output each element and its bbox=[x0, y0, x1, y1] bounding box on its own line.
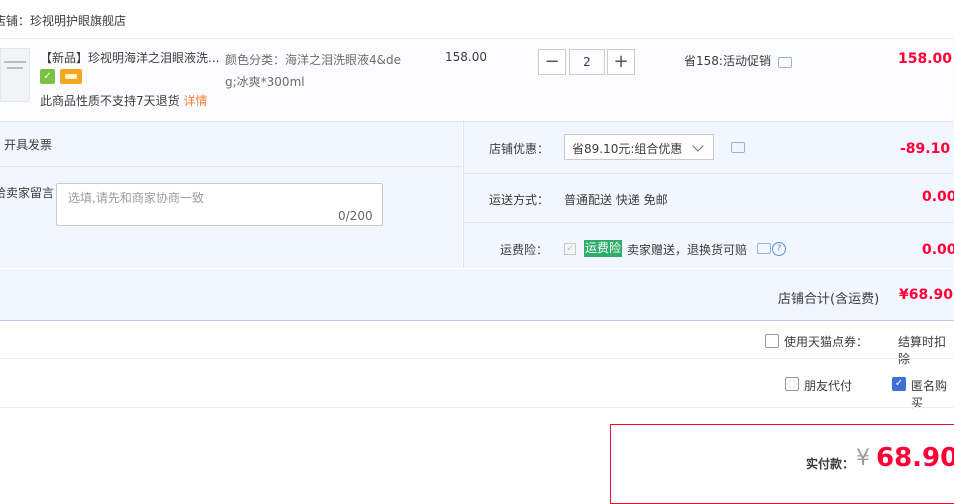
item-sku: 颜色分类：海洋之泪洗眼液4&deg;冰爽*300ml bbox=[225, 53, 401, 89]
insurance-label: 运费险： bbox=[500, 243, 549, 257]
comment-icon[interactable] bbox=[778, 57, 792, 68]
points-note: 结算时扣除 bbox=[898, 335, 947, 366]
insurance-value: 0.00 bbox=[922, 242, 954, 258]
discount-selected-value[interactable]: 省89.10元:组合优惠 bbox=[572, 140, 682, 157]
shop-discount-label: 店铺优惠： bbox=[489, 142, 550, 156]
divider bbox=[0, 407, 954, 408]
detail-link[interactable]: 详情 bbox=[183, 94, 207, 108]
help-icon[interactable]: ? bbox=[772, 242, 786, 256]
product-thumbnail[interactable] bbox=[0, 48, 30, 102]
divider bbox=[463, 222, 954, 223]
message-char-count: 0/200 bbox=[338, 209, 373, 223]
points-label: 使用天猫点券： bbox=[784, 335, 869, 349]
invoice-option[interactable]: 开具发票 bbox=[4, 136, 52, 153]
divider bbox=[463, 173, 954, 174]
shipping-method: 普通配送 快递 免邮 bbox=[564, 193, 668, 207]
comment-icon[interactable] bbox=[757, 243, 771, 254]
divider bbox=[0, 358, 954, 359]
certified-icon: ✓ bbox=[40, 69, 55, 84]
payment-amount: 68.90 bbox=[876, 443, 954, 473]
shop-total-value: ¥68.90 bbox=[899, 287, 954, 303]
anonymous-label[interactable]: 匿名购买 bbox=[911, 377, 954, 411]
anonymous-checkbox[interactable]: ✓ bbox=[892, 377, 906, 391]
friend-pay-checkbox[interactable] bbox=[785, 377, 799, 391]
quantity-input[interactable]: 2 bbox=[569, 49, 605, 75]
no-return-notice: 此商品性质不支持7天退货 详情 bbox=[40, 92, 207, 109]
shop-name[interactable]: 店铺：珍视明护眼旗舰店 bbox=[0, 12, 126, 29]
points-checkbox[interactable] bbox=[765, 334, 779, 348]
insurance-tag: 运费险 bbox=[584, 240, 623, 257]
message-placeholder: 选填,请先和商家协商一致 bbox=[68, 191, 204, 205]
payment-currency: ¥ bbox=[856, 446, 870, 471]
shipping-label: 运送方式： bbox=[489, 193, 550, 207]
insurance-text: 卖家赠送，退换货可赔 bbox=[627, 243, 748, 257]
increase-quantity-button[interactable]: + bbox=[607, 49, 635, 75]
item-title[interactable]: 【新品】珍视明海洋之泪眼液洗... bbox=[40, 49, 219, 66]
shop-total-label: 店铺合计(含运费) bbox=[778, 292, 880, 307]
item-price: 158.00 bbox=[445, 50, 487, 64]
no-return-text: 此商品性质不支持7天退货 bbox=[40, 94, 180, 108]
item-promo: 省158:活动促销 bbox=[684, 54, 771, 68]
card-icon bbox=[60, 69, 82, 84]
shipping-value: 0.00 bbox=[922, 189, 954, 205]
decrease-quantity-button[interactable]: − bbox=[538, 49, 566, 75]
payment-label: 实付款： bbox=[806, 457, 855, 471]
friend-pay-label[interactable]: 朋友代付 bbox=[804, 377, 852, 394]
discount-value: -89.10 bbox=[900, 141, 951, 157]
insurance-checkbox: ✓ bbox=[564, 243, 576, 255]
item-total: 158.00 bbox=[898, 51, 953, 67]
invoice-section bbox=[0, 122, 462, 167]
comment-icon[interactable] bbox=[731, 142, 745, 153]
